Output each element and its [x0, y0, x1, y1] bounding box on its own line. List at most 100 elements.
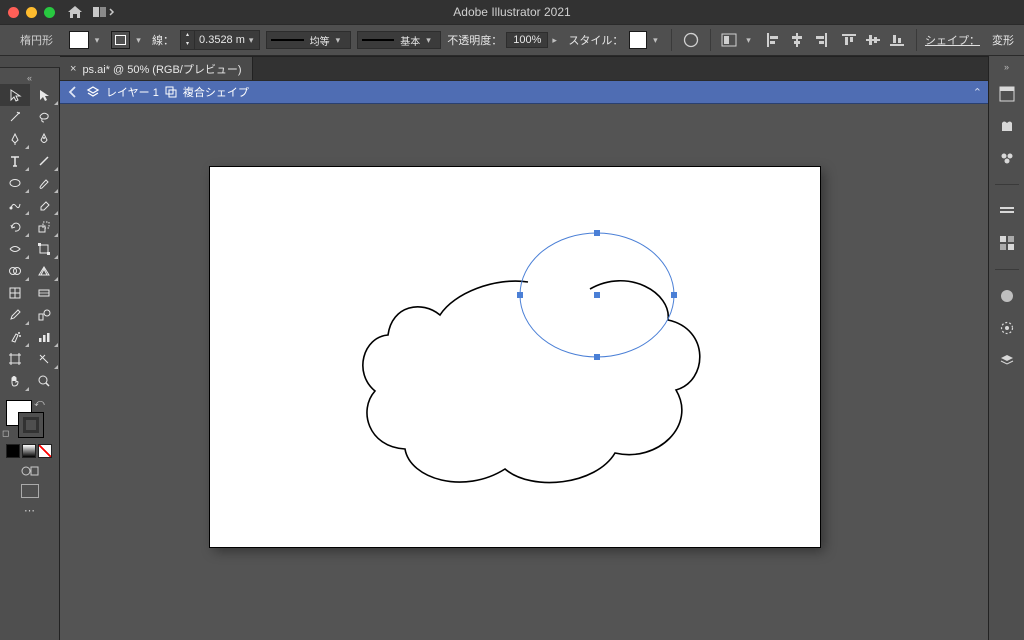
perspective-grid-tool[interactable] [30, 260, 60, 282]
rotate-tool[interactable] [0, 216, 30, 238]
chevron-down-icon[interactable]: ▾ [336, 35, 346, 46]
selection-tool[interactable] [0, 84, 30, 106]
canvas-area[interactable] [60, 104, 988, 640]
stroke-width-value[interactable]: 0.3528 m [195, 34, 249, 46]
default-fill-stroke-icon[interactable]: ◻ [2, 428, 9, 439]
fill-stroke-control[interactable]: ⤺ ◻ [0, 398, 59, 442]
eyedropper-tool[interactable] [0, 304, 30, 326]
close-tab-icon[interactable]: × [70, 63, 76, 75]
ellipse-tool[interactable] [0, 172, 30, 194]
width-tool[interactable] [0, 238, 30, 260]
scale-tool[interactable] [30, 216, 60, 238]
cloud-shape[interactable] [363, 281, 700, 483]
window-controls[interactable] [8, 7, 55, 18]
swatches-panel-icon[interactable] [995, 231, 1019, 255]
anchor-point[interactable] [517, 292, 523, 298]
eraser-tool[interactable] [30, 194, 60, 216]
stroke-swatch[interactable] [111, 31, 131, 49]
shaper-tool[interactable] [0, 194, 30, 216]
align-hcenter-icon[interactable] [786, 29, 808, 51]
paintbrush-tool[interactable] [30, 172, 60, 194]
type-tool[interactable] [0, 150, 30, 172]
isolation-mode-bar[interactable]: レイヤー 1 複合シェイプ ⌃ [60, 80, 988, 104]
mesh-tool[interactable] [0, 282, 30, 304]
close-window-icon[interactable] [8, 7, 19, 18]
fill-swatch[interactable] [69, 31, 89, 49]
stepper-down-icon[interactable]: ▾ [181, 40, 194, 49]
opacity-value[interactable]: 100% [506, 32, 548, 48]
anchor-point[interactable] [594, 230, 600, 236]
align-bottom-icon[interactable] [886, 29, 908, 51]
align-top-icon[interactable] [838, 29, 860, 51]
chevron-down-icon[interactable]: ▾ [426, 35, 436, 46]
fullscreen-window-icon[interactable] [44, 7, 55, 18]
screen-mode-icon[interactable] [21, 484, 39, 498]
stepper-up-icon[interactable]: ▴ [181, 31, 194, 40]
transform-label[interactable]: 変形 [992, 32, 1014, 48]
direct-selection-tool[interactable] [30, 84, 60, 106]
chevron-down-icon[interactable]: ▾ [95, 35, 105, 46]
chevron-down-icon[interactable]: ▾ [249, 35, 259, 46]
blend-tool[interactable] [30, 304, 60, 326]
back-arrow-icon[interactable] [66, 85, 80, 99]
align-to-artboard-icon[interactable] [719, 29, 741, 51]
line-segment-tool[interactable] [30, 150, 60, 172]
brushes-panel-icon[interactable] [995, 146, 1019, 170]
layer-name[interactable]: レイヤー 1 [106, 84, 159, 100]
color-mode-none[interactable] [38, 444, 52, 458]
variable-width-profile[interactable]: 均等 ▾ [266, 31, 351, 49]
shape-builder-tool[interactable] [0, 260, 30, 282]
stroke-color[interactable] [18, 412, 44, 438]
align-right-icon[interactable] [810, 29, 832, 51]
pen-tool[interactable] [0, 128, 30, 150]
align-vcenter-icon[interactable] [862, 29, 884, 51]
draw-mode-icon[interactable] [20, 464, 40, 478]
anchor-point[interactable] [671, 292, 677, 298]
swap-fill-stroke-icon[interactable]: ⤺ [34, 398, 45, 409]
shape-link[interactable]: シェイプ： [925, 32, 980, 48]
home-icon[interactable] [67, 5, 83, 19]
chevron-down-icon[interactable]: ▾ [746, 35, 756, 46]
color-panel-icon[interactable] [995, 284, 1019, 308]
chevron-up-icon[interactable]: ⌃ [973, 86, 982, 99]
zoom-tool[interactable] [30, 370, 60, 392]
curvature-tool[interactable] [30, 128, 60, 150]
align-left-icon[interactable] [762, 29, 784, 51]
edit-toolbar-icon[interactable]: ⋯ [24, 504, 35, 517]
graphic-style-swatch[interactable] [629, 31, 647, 49]
slice-tool[interactable] [30, 348, 60, 370]
color-mode-solid[interactable] [6, 444, 20, 458]
object-name[interactable]: 複合シェイプ [183, 84, 249, 100]
anchor-point[interactable] [594, 354, 600, 360]
color-mode-gradient[interactable] [22, 444, 36, 458]
artboard[interactable] [210, 167, 820, 547]
panel-expand-icon[interactable]: » [1004, 62, 1009, 74]
properties-panel-icon[interactable] [995, 82, 1019, 106]
artboard-tool[interactable] [0, 348, 30, 370]
arrange-documents-icon[interactable] [93, 6, 115, 18]
panel-collapse-icon[interactable]: « [0, 72, 59, 84]
opacity-control[interactable]: 不透明度： 100% ▸ [447, 32, 562, 48]
center-point[interactable] [594, 292, 600, 298]
minimize-window-icon[interactable] [26, 7, 37, 18]
symbol-sprayer-tool[interactable] [0, 326, 30, 348]
stroke-width-stepper[interactable]: ▴▾ 0.3528 m ▾ [180, 30, 260, 50]
appearance-panel-icon[interactable] [995, 316, 1019, 340]
libraries-panel-icon[interactable] [995, 114, 1019, 138]
chevron-down-icon[interactable]: ▾ [653, 35, 663, 46]
document-tab[interactable]: × ps.ai* @ 50% (RGB/プレビュー) [60, 57, 253, 80]
stroke-panel-icon[interactable] [995, 199, 1019, 223]
gradient-tool[interactable] [30, 282, 60, 304]
artwork[interactable] [210, 167, 820, 547]
free-transform-tool[interactable] [30, 238, 60, 260]
magic-wand-tool[interactable] [0, 106, 30, 128]
recolor-artwork-icon[interactable] [680, 29, 702, 51]
chevron-down-icon[interactable]: ▾ [136, 35, 146, 46]
lasso-tool[interactable] [30, 106, 60, 128]
layers-panel-icon[interactable] [995, 348, 1019, 372]
column-graph-tool[interactable] [30, 326, 60, 348]
selected-ellipse[interactable] [517, 230, 677, 360]
chevron-right-icon[interactable]: ▸ [552, 35, 562, 46]
brush-definition[interactable]: 基本 ▾ [357, 31, 442, 49]
hand-tool[interactable] [0, 370, 30, 392]
